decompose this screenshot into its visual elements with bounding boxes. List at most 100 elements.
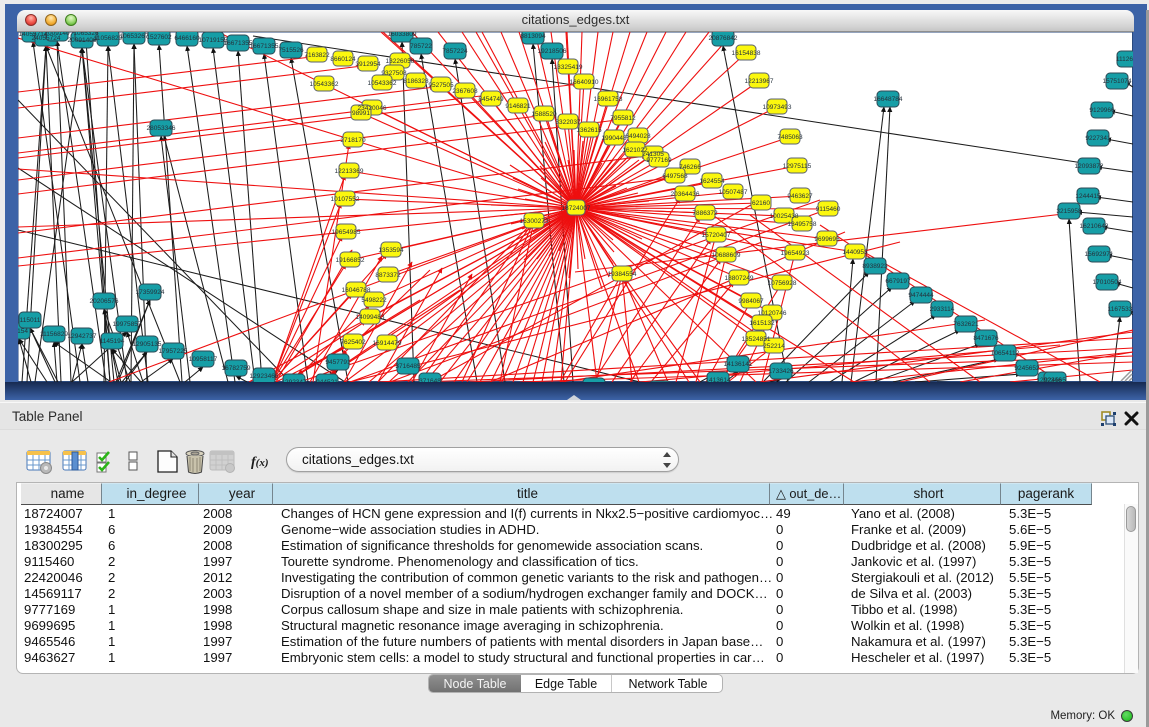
svg-text:1167533: 1167533 [1108,306,1133,313]
svg-text:10120746: 10120746 [758,310,787,317]
svg-text:7955812: 7955812 [610,115,636,122]
svg-text:16154838: 16154838 [732,50,761,57]
svg-text:12213967: 12213967 [745,78,774,85]
svg-text:10688609: 10688609 [712,252,741,259]
svg-text:14099483: 14099483 [356,314,385,321]
svg-text:9527505: 9527505 [428,82,454,89]
svg-text:20364436: 20364436 [671,191,700,198]
svg-text:16210643: 16210643 [1080,223,1109,230]
svg-text:7632621: 7632621 [953,321,979,328]
svg-text:1244415: 1244415 [1075,193,1101,200]
svg-text:16640910: 16640910 [570,79,599,86]
svg-text:39154: 39154 [18,328,28,335]
svg-text:16914479: 16914479 [373,340,402,347]
svg-text:9245652: 9245652 [1014,365,1040,372]
svg-text:10543362: 10543362 [310,81,339,88]
svg-text:371648: 371648 [419,378,441,382]
svg-text:62160: 62160 [752,200,770,207]
svg-text:9463627: 9463627 [787,193,813,200]
svg-text:7857224: 7857224 [442,48,468,55]
svg-text:18724007: 18724007 [562,205,591,212]
svg-text:1145194: 1145194 [100,338,125,345]
svg-text:6466160: 6466160 [174,35,200,42]
svg-text:10958117: 10958117 [189,356,218,363]
svg-text:10653267: 10653267 [120,33,149,40]
svg-text:12213369: 12213369 [335,168,364,175]
svg-text:12093872: 12093872 [1075,163,1104,170]
svg-text:16961758: 16961758 [594,96,623,103]
svg-text:8813094: 8813094 [520,33,546,40]
svg-text:3215958: 3215958 [1056,208,1082,215]
svg-text:10107552: 10107552 [331,196,360,203]
svg-text:924565: 924565 [1044,377,1066,382]
svg-text:10654112: 10654112 [991,350,1020,357]
svg-text:8322037: 8322037 [555,119,581,126]
svg-text:115011: 115011 [20,317,41,324]
svg-text:5498222: 5498222 [361,297,387,304]
svg-text:8938923: 8938923 [862,263,888,270]
svg-text:9474444: 9474444 [908,292,934,299]
svg-text:10543362: 10543362 [368,80,397,87]
svg-text:11056829: 11056829 [94,35,123,42]
svg-text:16671355: 16671355 [224,40,253,47]
svg-text:19975857: 19975857 [113,321,142,328]
svg-text:1362615: 1362615 [576,127,602,134]
svg-text:15751074: 15751074 [1103,78,1132,85]
svg-text:1527602: 1527602 [146,34,172,41]
svg-text:9129966: 9129966 [1089,107,1115,114]
svg-text:98991: 98991 [352,110,370,117]
svg-text:7515526: 7515526 [278,47,304,54]
svg-text:15692971: 15692971 [1085,251,1114,258]
svg-text:10025438: 10025438 [770,213,799,220]
svg-text:3716485: 3716485 [395,363,421,370]
svg-text:7625402: 7625402 [340,339,366,346]
svg-text:19654985: 19654985 [332,229,361,236]
svg-text:18807249: 18807249 [725,275,754,282]
svg-text:1413614: 1413614 [705,377,731,382]
svg-text:13226058: 13226058 [386,58,415,65]
svg-text:28053346: 28053346 [147,125,176,132]
svg-text:9699695: 9699695 [814,236,840,243]
svg-text:2009140: 2009140 [44,32,70,37]
svg-text:16648784: 16648784 [874,96,903,103]
svg-text:19166852: 19166852 [336,257,365,264]
svg-text:1615132: 1615132 [749,320,775,327]
svg-text:16671355: 16671355 [250,43,279,50]
svg-text:9115460: 9115460 [816,206,841,213]
svg-text:8454749: 8454749 [478,96,504,103]
svg-text:9777169: 9777169 [646,157,672,164]
svg-text:14136141: 14136141 [724,361,753,368]
svg-text:1588520: 1588520 [531,111,557,118]
svg-text:11156829: 11156829 [40,331,68,338]
svg-text:15300273: 15300273 [520,218,549,225]
svg-text:20876842: 20876842 [709,35,738,42]
svg-text:8873372: 8873372 [375,272,401,279]
svg-text:7886372: 7886372 [692,210,718,217]
svg-text:f(x): f(x) [251,455,269,470]
svg-text:13495758: 13495758 [788,221,817,228]
svg-text:17957225: 17957225 [159,348,188,355]
svg-text:746266: 746266 [679,164,701,171]
svg-text:1990448: 1990448 [601,135,627,142]
svg-text:7485063: 7485063 [777,134,803,141]
svg-text:13524851: 13524851 [742,336,771,343]
svg-text:8471676: 8471676 [973,335,999,342]
svg-text:19218506: 19218506 [538,48,567,55]
svg-text:2933114: 2933114 [930,306,955,313]
svg-text:20206576: 20206576 [90,298,119,305]
svg-text:6494028: 6494028 [625,133,651,140]
svg-text:9984067: 9984067 [738,298,764,305]
svg-text:12905135: 12905135 [133,341,162,348]
svg-text:12942737: 12942737 [68,333,97,340]
svg-text:1733426: 1733426 [768,368,794,375]
svg-text:10507487: 10507487 [719,189,748,196]
svg-text:19384554: 19384554 [608,271,637,278]
svg-text:2718170: 2718170 [340,137,366,144]
svg-text:7163822: 7163822 [304,52,330,59]
svg-text:8660124: 8660124 [330,56,356,63]
svg-text:9146821: 9146821 [505,103,531,110]
svg-text:10756928: 10756928 [768,280,797,287]
svg-text:1112674: 1112674 [1116,56,1133,63]
svg-text:2367608: 2367608 [452,88,478,95]
svg-text:13325419: 13325419 [554,64,583,71]
